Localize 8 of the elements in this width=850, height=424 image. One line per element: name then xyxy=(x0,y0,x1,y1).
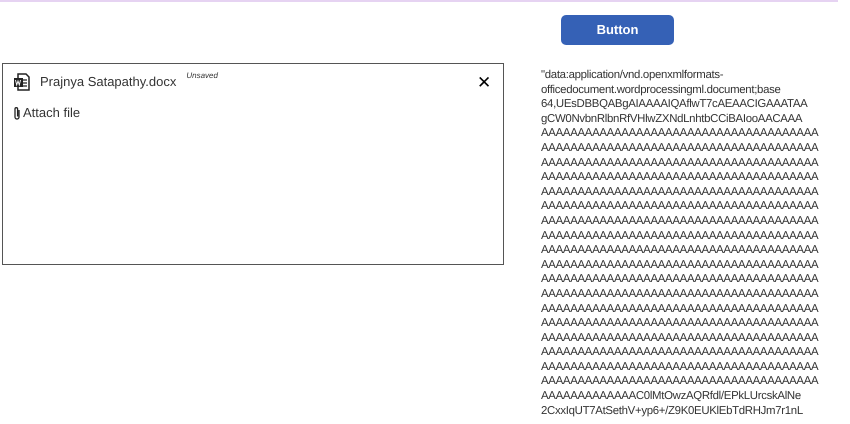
base64-text: "data:application/vnd.openxmlformats- officedocument.wordprocessingml.document;base 64,UEsDBBQABgAIAAAAIQAflwT7cAEAACIGAAATAA gCW0NvbnRlbnRfVHlwZXNdLnhtbCCiBAIooAACAAA AAAAAAAAAAAAAAAAAAAAAAAAAAAAAAAAAAAAAA AAAAAAAAAAAAAAAAAAAAAAAAAAAAAAAAAAAAAA AAAAAAAAAAAAAAAAAAAAAAAAAAAAAAAAAAAAAA AAAAAAAAAAAAAAAAAAAAAAAAAAAAAAAAAAAAAA AAAAAAAAAAAAAAAAAAAAAAAAAAAAAAAAAAAAAA AAAAAAAAAAAAAAAAAAAAAAAAAAAAAAAAAAAAAA AAAAAAAAAAAAAAAAAAAAAAAAAAAAAAAAAAAAAA AAAAAAAAAAAAAAAAAAAAAAAAAAAAAAAAAAAAAA AAAAAAAAAAAAAAAAAAAAAAAAAAAAAAAAAAAAAA AAAAAAAAAAAAAAAAAAAAAAAAAAAAAAAAAAAAAA AAAAAAAAAAAAAAAAAAAAAAAAAAAAAAAAAAAAAA AAAAAAAAAAAAAAAAAAAAAAAAAAAAAAAAAAAAAA AAAAAAAAAAAAAAAAAAAAAAAAAAAAAAAAAAAAAA AAAAAAAAAAAAAAAAAAAAAAAAAAAAAAAAAAAAAA AAAAAAAAAAAAAAAAAAAAAAAAAAAAAAAAAAAAAA AAAAAAAAAAAAAAAAAAAAAAAAAAAAAAAAAAAAAA AAAAAAAAAAAAAAAAAAAAAAAAAAAAAAAAAAAAAA AAAAAAAAAAAAAAAAAAAAAAAAAAAAAAAAAAAAAA AAAAAAAAAAAAAC0lMtOwzAQRfdl/EPkLUrcskAlNe 2CxxIqUT7AtSethV+yp6+/Z9K0EUKlEbTdRHJm7r1nL xyxy=(541,68,818,418)
paperclip-icon xyxy=(13,106,21,120)
primary-button[interactable]: Button xyxy=(561,15,674,45)
close-button[interactable]: ✕ xyxy=(477,74,491,90)
document-icon xyxy=(13,73,31,91)
unsaved-label: Unsaved xyxy=(186,70,218,82)
attach-file-link[interactable]: Attach file xyxy=(13,103,80,122)
file-name: Prajnya Satapathy.docx xyxy=(40,73,176,92)
